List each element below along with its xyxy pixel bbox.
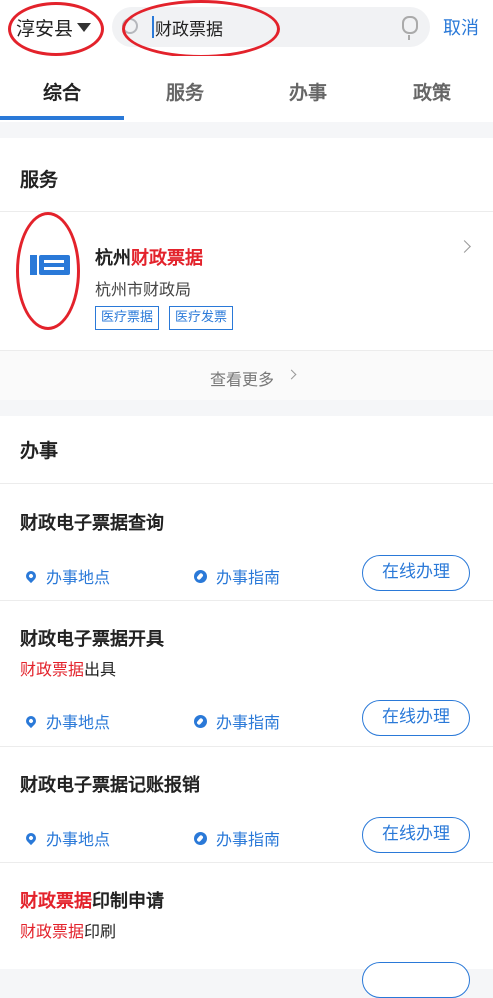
title-highlight: 财政票据: [20, 891, 92, 912]
location-link[interactable]: 办事地点: [22, 564, 110, 588]
divider: [0, 746, 493, 747]
location-label: 办事地点: [46, 713, 111, 732]
tab-affairs[interactable]: 办事: [258, 78, 358, 105]
subtitle-highlight: 财政票据: [20, 922, 85, 941]
top-bar: 淳安县 取消: [0, 0, 493, 56]
online-apply-button[interactable]: 在线办理: [362, 700, 470, 736]
guide-label: 办事指南: [216, 830, 281, 849]
guide-label: 办事指南: [216, 713, 281, 732]
services-section-title: 服务: [20, 169, 59, 191]
affair-item-title[interactable]: 财政电子票据记账报销: [20, 771, 200, 797]
affair-item-title[interactable]: 财政电子票据查询: [20, 509, 164, 535]
active-tab-indicator: [0, 116, 124, 120]
guide-link[interactable]: 办事指南: [194, 564, 280, 588]
service-name-prefix: 杭州: [95, 248, 131, 269]
microphone-icon[interactable]: [402, 16, 418, 40]
online-apply-button-partial[interactable]: [362, 962, 470, 998]
service-org: 杭州市财政局: [95, 280, 192, 299]
search-icon: [122, 18, 138, 34]
subtitle-rest: 出具: [84, 660, 117, 679]
location-pin-icon: [23, 713, 39, 729]
service-name: 杭州财政票据: [95, 244, 203, 270]
compass-icon: [194, 569, 207, 583]
tab-policy[interactable]: 政策: [382, 78, 482, 105]
location-label: 办事地点: [46, 568, 111, 587]
subtitle-highlight: 财政票据: [20, 660, 85, 679]
compass-icon: [194, 831, 207, 845]
service-name-highlight: 财政票据: [131, 248, 203, 269]
guide-label: 办事指南: [216, 568, 281, 587]
location-link[interactable]: 办事地点: [22, 709, 110, 733]
text-cursor: [152, 16, 154, 38]
location-pin-icon: [23, 830, 39, 846]
online-apply-button[interactable]: 在线办理: [362, 817, 470, 853]
dropdown-caret-icon: [77, 22, 92, 32]
region-selector[interactable]: 淳安县: [16, 10, 92, 44]
location-link[interactable]: 办事地点: [22, 826, 110, 850]
tab-overview[interactable]: 综合: [12, 78, 112, 105]
search-box[interactable]: [112, 7, 430, 47]
ticket-logo-icon: [30, 255, 70, 275]
location-pin-icon: [23, 568, 39, 584]
compass-icon: [194, 714, 207, 728]
divider: [0, 483, 493, 484]
region-label: 淳安县: [16, 17, 74, 40]
location-label: 办事地点: [46, 830, 111, 849]
service-tag: 医疗票据: [95, 306, 160, 330]
service-tag: 医疗发票: [169, 306, 234, 330]
guide-link[interactable]: 办事指南: [194, 826, 280, 850]
guide-link[interactable]: 办事指南: [194, 709, 280, 733]
affair-item-title[interactable]: 财政票据印制申请: [20, 887, 164, 913]
view-more-label: 查看更多: [210, 370, 275, 389]
affair-item-title[interactable]: 财政电子票据开具: [20, 625, 164, 651]
tab-services[interactable]: 服务: [135, 78, 235, 105]
online-apply-button[interactable]: 在线办理: [362, 555, 470, 591]
service-card[interactable]: [0, 212, 493, 350]
subtitle-rest: 印刷: [84, 922, 117, 941]
tab-bar: 综合 服务 办事 政策: [0, 56, 493, 122]
divider: [0, 600, 493, 601]
divider: [0, 862, 493, 863]
affair-item-subtitle: 财政票据出具: [20, 656, 116, 680]
title-rest: 印制申请: [92, 891, 164, 912]
cancel-button[interactable]: 取消: [443, 14, 479, 40]
affairs-section-title: 办事: [20, 440, 59, 462]
affair-item-subtitle: 财政票据印刷: [20, 918, 116, 942]
search-input[interactable]: [155, 12, 385, 42]
